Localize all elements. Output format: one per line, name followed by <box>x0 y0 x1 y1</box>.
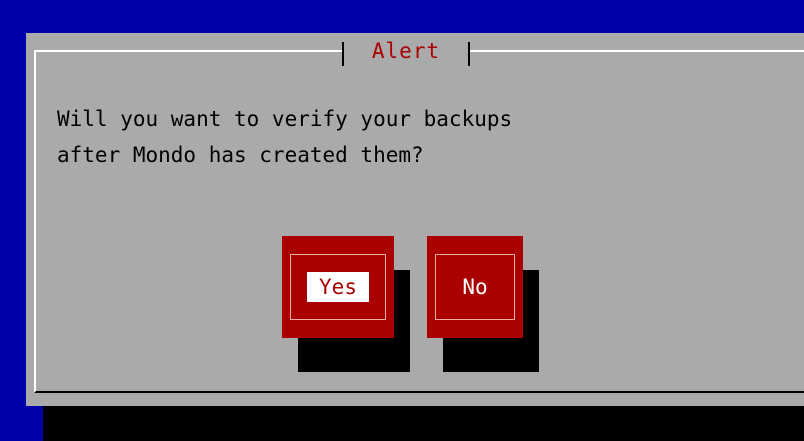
dialog-title-box: Alert <box>342 36 470 66</box>
no-button[interactable]: No <box>427 236 523 338</box>
dialog-message: Will you want to verify your backups aft… <box>57 101 512 173</box>
no-button-frame: No <box>435 254 515 320</box>
dialog-shadow <box>43 406 804 441</box>
message-line-2: after Mondo has created them? <box>57 143 424 167</box>
title-right-divider <box>468 42 470 66</box>
message-line-1: Will you want to verify your backups <box>57 107 513 131</box>
yes-button[interactable]: Yes <box>282 236 394 338</box>
no-button-label: No <box>462 275 488 299</box>
yes-button-focus-frame: Yes <box>290 254 386 320</box>
yes-button-label: Yes <box>307 272 369 302</box>
dialog-title: Alert <box>371 39 441 63</box>
title-left-divider <box>342 42 344 66</box>
alert-dialog: Alert Will you want to verify your backu… <box>26 33 804 406</box>
